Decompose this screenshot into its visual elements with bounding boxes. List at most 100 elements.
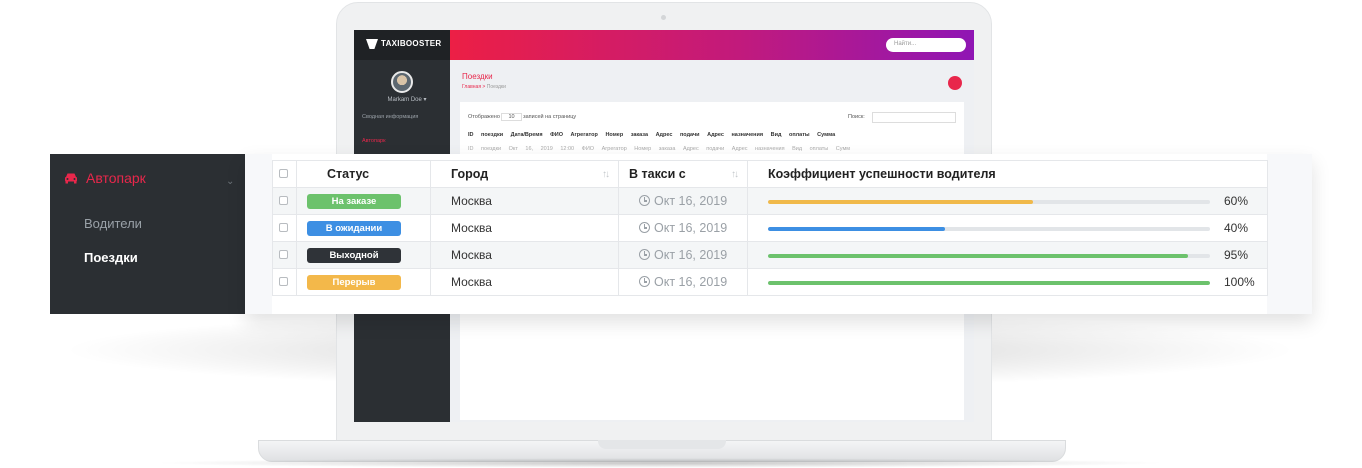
rating-cell: 95% [747,241,1268,269]
row-select-cell [272,241,297,269]
progress-bar [768,227,1210,231]
col-aggregator[interactable]: Агрегатор [571,132,598,138]
since-text: Окт 16, 2019 [654,248,728,262]
camera-icon [661,15,666,20]
row-select-cell [272,214,297,242]
laptop-notch [598,440,726,449]
breadcrumb-current: Поездки [486,84,506,90]
row-checkbox[interactable] [279,250,288,259]
col-payment[interactable]: Вид оплаты [771,132,810,138]
col-pickup[interactable]: Адрес подачи [656,132,700,138]
zoomed-table-panel: Статус Город ↑↓ В такси с ↑↓ Коэффициент у… [245,154,1312,314]
mini-table-row: ID поездки Окт 16, 2019 12:00 ФИО Агрега… [468,146,851,152]
city-value: Москва [451,194,492,208]
sidebar-item-fleet[interactable]: Автопарк [64,170,146,186]
since-value: Окт 16, 2019 [639,248,727,262]
table-search-input[interactable] [872,112,956,123]
breadcrumb-home[interactable]: Главная [462,84,481,90]
logo[interactable]: TAXIBOOSTER [366,39,442,49]
avatar[interactable] [391,71,413,93]
clock-icon [639,276,650,287]
chevron-down-icon[interactable]: ⌄ [226,176,234,187]
mini-menu-summary[interactable]: Сводная информация [362,114,418,120]
page-length-select[interactable]: 10 [501,113,522,121]
select-all-cell [272,160,297,188]
row-checkbox[interactable] [279,223,288,232]
city-cell: Москва [430,187,619,215]
row-checkbox[interactable] [279,277,288,286]
since-text: Окт 16, 2019 [654,194,728,208]
city-cell: Москва [430,214,619,242]
col-datetime[interactable]: Дата/Время [511,132,543,138]
table-row[interactable]: В ожидании Москва Окт 16, 2019 40% [272,214,1268,242]
city-value: Москва [451,275,492,289]
table-row[interactable]: Выходной Москва Окт 16, 2019 95% [272,241,1268,269]
select-all-checkbox[interactable] [279,169,288,178]
col-destination[interactable]: Адрес назначения [707,132,763,138]
logo-icon [366,39,378,49]
sidebar-item-drivers[interactable]: Водители [84,216,142,231]
header-rating[interactable]: Коэффициент успешности водителя [747,160,1268,188]
status-badge: В ожидании [307,221,401,236]
show-suffix: записей на страницу [523,114,577,120]
header-city[interactable]: Город ↑↓ [430,160,619,188]
rating-cell: 40% [747,214,1268,242]
row-select-cell [272,268,297,296]
city-value: Москва [451,221,492,235]
rating-cell: 60% [747,187,1268,215]
table-row[interactable]: Перерыв Москва Окт 16, 2019 100% [272,268,1268,296]
page-title: Поездки [462,72,493,81]
clock-icon [639,195,650,206]
table-header-row: Статус Город ↑↓ В такси с ↑↓ Коэффициент у… [272,160,1268,188]
status-cell: На заказе [296,187,431,215]
sort-icon[interactable]: ↑↓ [731,169,739,180]
col-order-number[interactable]: Номер заказа [605,132,648,138]
since-cell: Окт 16, 2019 [618,214,748,242]
laptop-shadow [150,458,1170,468]
progress-percent: 40% [1224,221,1249,235]
search-input[interactable]: Найти... [886,38,966,52]
page-length-control: Отображено 10 записей на страницу [468,113,577,121]
header-status[interactable]: Статус [296,160,431,188]
status-cell: Перерыв [296,268,431,296]
status-badge: Перерыв [307,275,401,290]
clock-icon [639,249,650,260]
header-city-label: Город [451,167,489,181]
row-checkbox[interactable] [279,196,288,205]
rating-cell: 100% [747,268,1268,296]
car-icon [65,173,77,184]
sidebar-item-trips[interactable]: Поездки [84,250,138,265]
status-cell: Выходной [296,241,431,269]
mini-logo-bar: TAXIBOOSTER [354,30,450,60]
progress-percent: 100% [1224,275,1255,289]
progress-fill [768,254,1188,258]
header-since[interactable]: В такси с ↑↓ [618,160,748,188]
status-badge: На заказе [307,194,401,209]
progress-bar [768,254,1210,258]
city-value: Москва [451,248,492,262]
settings-fab-button[interactable] [948,76,962,90]
sort-icon[interactable]: ↑↓ [602,169,610,180]
since-cell: Окт 16, 2019 [618,187,748,215]
show-prefix: Отображено [468,114,500,120]
mini-menu-fleet[interactable]: Автопарк [362,138,386,144]
city-cell: Москва [430,241,619,269]
breadcrumb: Главная > Поездки [462,84,506,90]
sidebar: Автопарк ⌄ Водители Поездки [50,154,245,314]
since-cell: Окт 16, 2019 [618,268,748,296]
header-status-label: Статус [327,167,370,181]
header-since-label: В такси с [629,167,686,181]
user-name[interactable]: Markam Doe ▾ [372,96,442,103]
since-value: Окт 16, 2019 [639,221,727,235]
clock-icon [639,222,650,233]
progress-percent: 60% [1224,194,1249,208]
mini-table-header: ID поездки Дата/Время ФИО Агрегатор Номе… [468,132,956,138]
row-select-cell [272,187,297,215]
search-label: Поиск: [848,114,865,120]
col-name[interactable]: ФИО [550,132,563,138]
col-id[interactable]: ID поездки [468,132,503,138]
table-row[interactable]: На заказе Москва Окт 16, 2019 60% [272,187,1268,215]
col-sum[interactable]: Сумма [817,132,835,138]
since-value: Окт 16, 2019 [639,194,727,208]
progress-bar [768,200,1210,204]
